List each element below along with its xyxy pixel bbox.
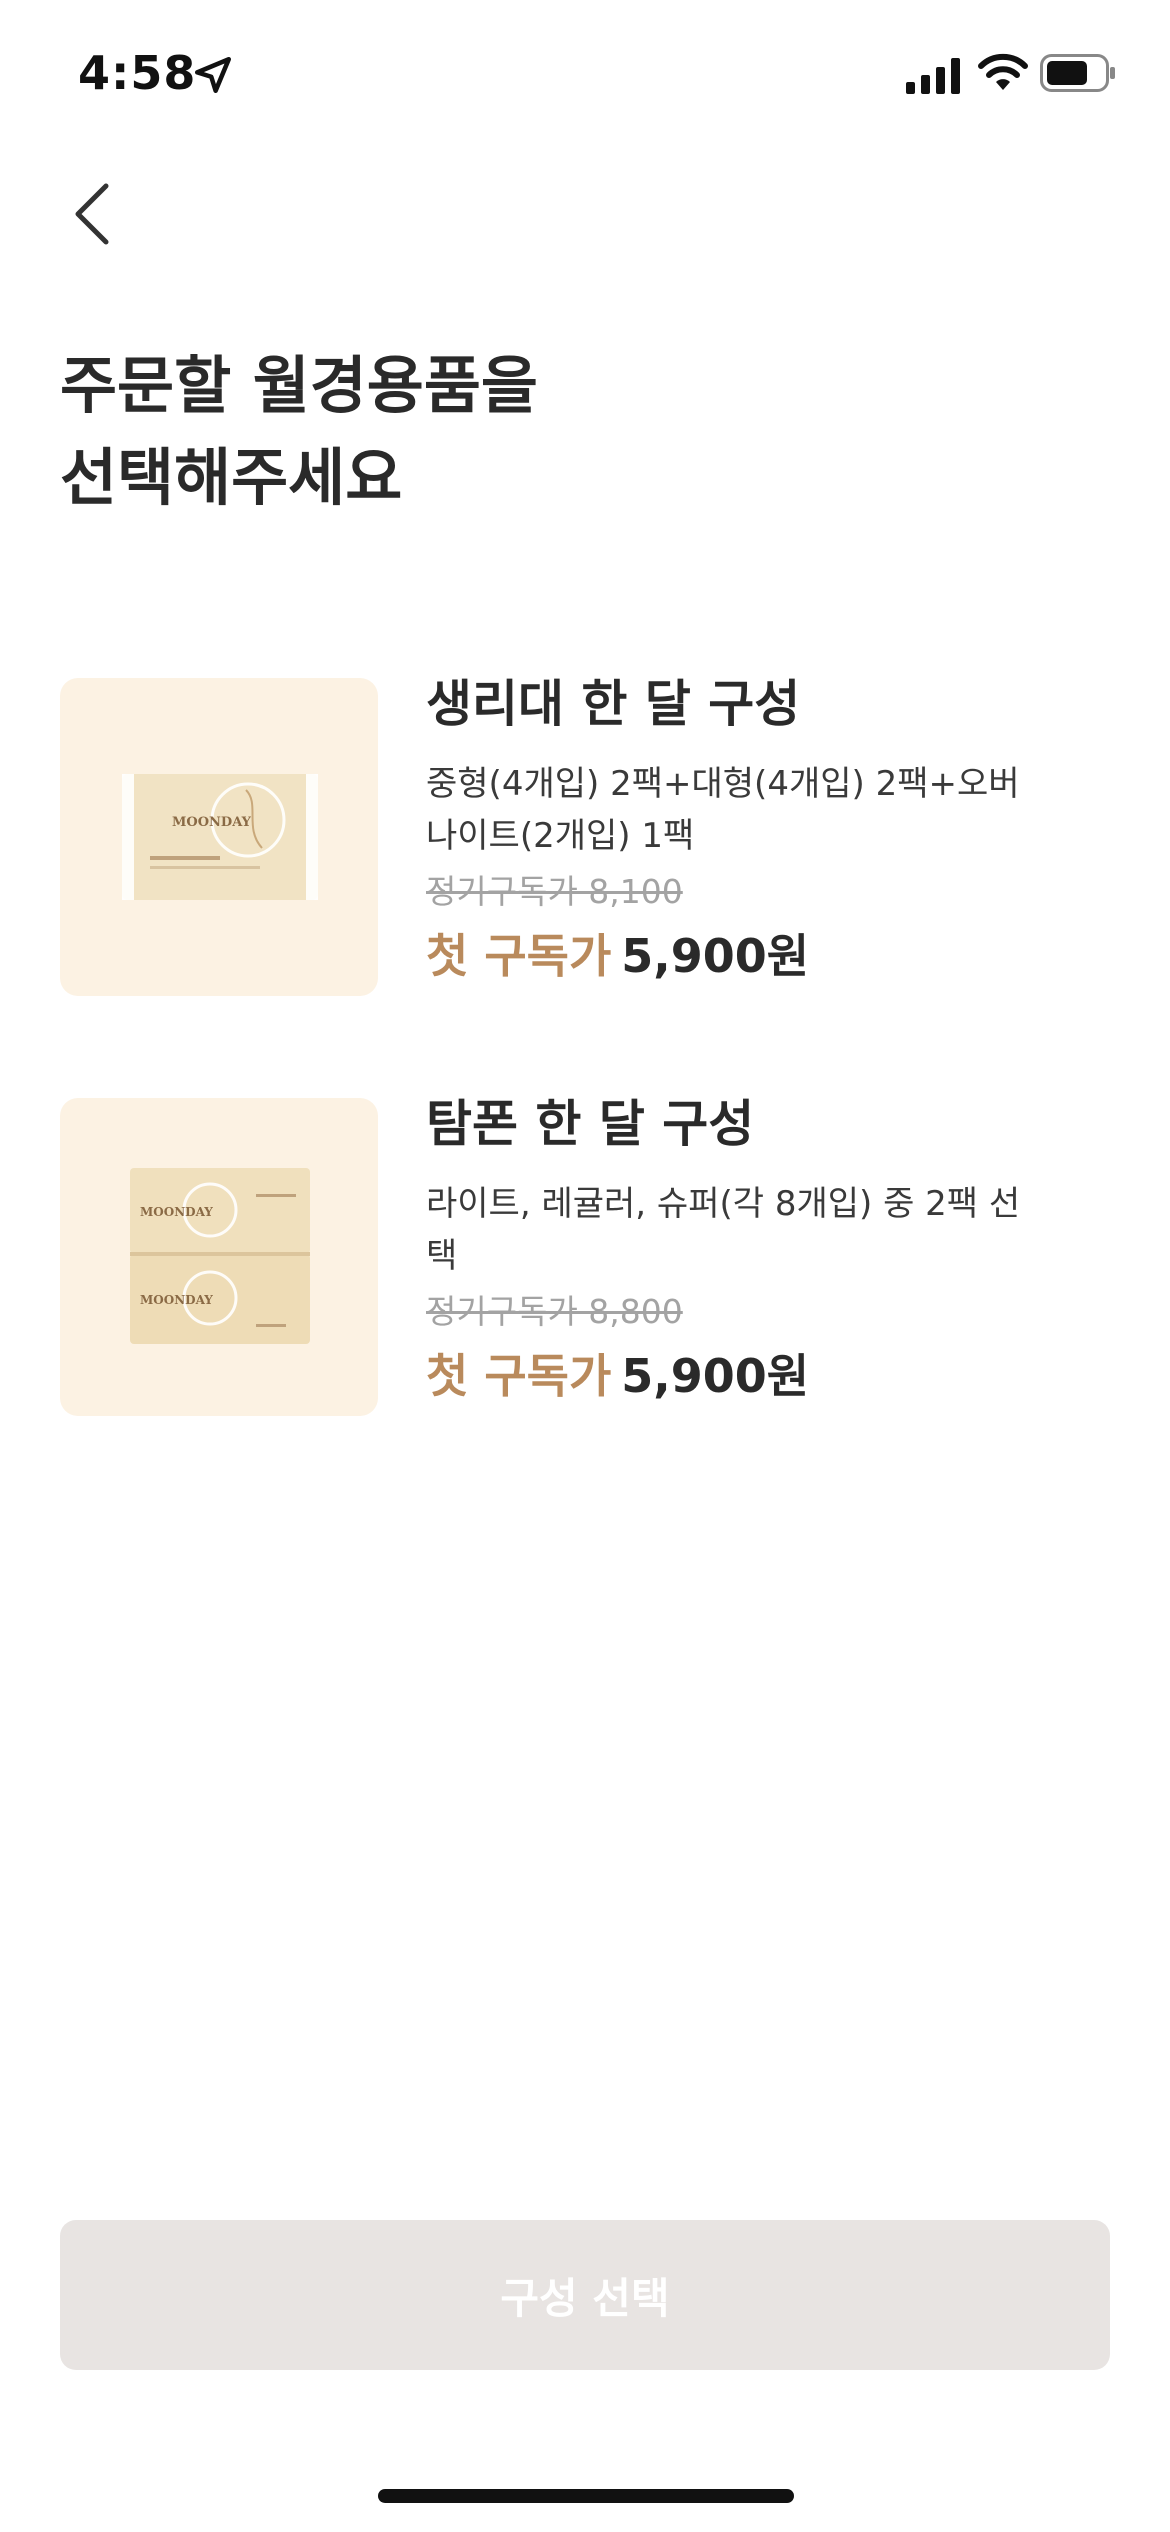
svg-text:MOONDAY: MOONDAY — [140, 1293, 213, 1307]
select-config-label: 구성 선택 — [500, 2273, 670, 2323]
first-price-value: 5,900원 — [621, 1349, 810, 1403]
first-price-label: 첫 구독가 — [426, 1349, 612, 1403]
product-card-tampons[interactable]: MOONDAY MOONDAY 탐폰 한 달 구성 라이트, 레귤러, 슈퍼(각… — [60, 1095, 1110, 1418]
product-card-pads[interactable]: MOONDAY 생리대 한 달 구성 중형(4개입) 2팩+대형(4개입) 2팩… — [60, 675, 1110, 998]
location-arrow-icon — [194, 56, 232, 94]
status-bar: 4:58 — [0, 0, 1170, 150]
home-indicator — [378, 2489, 794, 2503]
svg-text:MOONDAY: MOONDAY — [172, 815, 252, 830]
back-button[interactable] — [60, 176, 124, 252]
status-time: 4:58 — [78, 46, 197, 100]
product-info-pads: 생리대 한 달 구성 중형(4개입) 2팩+대형(4개입) 2팩+오버나이트(2… — [426, 675, 1106, 984]
first-price-value: 5,900원 — [621, 929, 810, 983]
regular-price: 정기구독가 8,100 — [426, 872, 683, 911]
regular-price: 정기구독가 8,800 — [426, 1292, 683, 1331]
product-image-pads: MOONDAY — [60, 678, 378, 996]
product-name: 탐폰 한 달 구성 — [426, 1095, 755, 1153]
page-title-line1: 주문할 월경용품을 — [60, 349, 538, 422]
product-info-tampons: 탐폰 한 달 구성 라이트, 레귤러, 슈퍼(각 8개입) 중 2팩 선택 정기… — [426, 1095, 1106, 1404]
product-description: 중형(4개입) 2팩+대형(4개입) 2팩+오버나이트(2개입) 1팩 — [426, 764, 1020, 856]
cellular-signal-icon — [906, 58, 960, 94]
first-price-label: 첫 구독가 — [426, 929, 612, 983]
first-price-row: 첫 구독가 5,900원 — [426, 1348, 1106, 1404]
product-description: 라이트, 레귤러, 슈퍼(각 8개입) 중 2팩 선택 — [426, 1184, 1021, 1276]
wifi-icon — [978, 53, 1028, 90]
chevron-left-icon — [75, 183, 109, 245]
first-price-row: 첫 구독가 5,900원 — [426, 928, 1106, 984]
svg-text:MOONDAY: MOONDAY — [140, 1205, 213, 1219]
page-title: 주문할 월경용품을 선택해주세요 — [60, 340, 1060, 524]
battery-icon — [1040, 54, 1115, 92]
product-name: 생리대 한 달 구성 — [426, 675, 801, 733]
product-image-tampons: MOONDAY MOONDAY — [60, 1098, 378, 1416]
select-config-button[interactable]: 구성 선택 — [60, 2220, 1110, 2370]
page-title-line2: 선택해주세요 — [60, 441, 403, 514]
